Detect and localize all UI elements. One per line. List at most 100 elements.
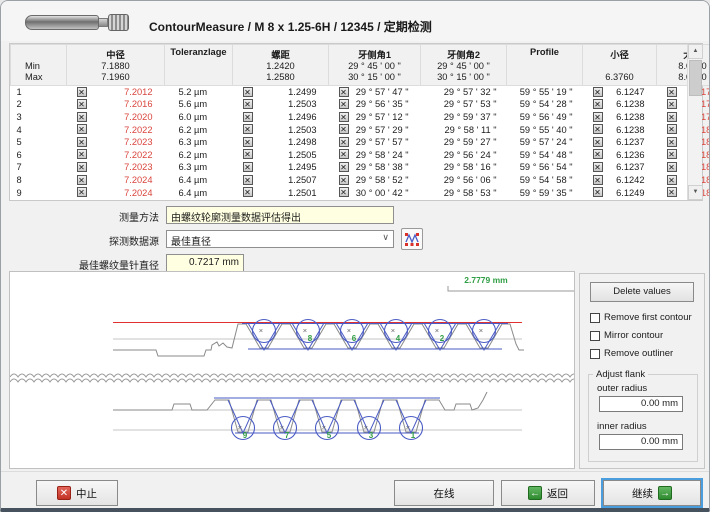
measure-point[interactable]: × 7	[274, 417, 297, 441]
online-button[interactable]: 在线	[394, 480, 494, 506]
table-scrollbar[interactable]: ▲ ▼	[687, 44, 702, 200]
tolerance-value: 6.0 µm	[165, 111, 233, 124]
back-button[interactable]: ← 返回	[501, 480, 595, 506]
checkbox-checked-icon[interactable]: ✕	[243, 149, 253, 159]
table-row[interactable]: 1✕7.20125.2 µm✕1.2499✕29 ° 57 ' 47 "29 °…	[11, 86, 710, 99]
checkbox-checked-icon[interactable]: ✕	[339, 87, 349, 97]
checkbox-checked-icon[interactable]: ✕	[667, 137, 677, 147]
checkbox-checked-icon[interactable]: ✕	[667, 187, 677, 197]
remove-first-contour-checkbox[interactable]: Remove first contour	[590, 312, 692, 323]
checkbox-checked-icon[interactable]: ✕	[667, 162, 677, 172]
checkbox-checked-icon[interactable]: ✕	[667, 99, 677, 109]
point-label: 3	[369, 431, 374, 440]
pitch-diameter-value: 7.2024	[124, 188, 152, 198]
checkbox-checked-icon[interactable]: ✕	[77, 137, 87, 147]
measure-point[interactable]: × 3	[358, 417, 381, 441]
adjust-flank-group: Adjust flank outer radius 0.00 mm inner …	[588, 374, 698, 462]
checkbox-checked-icon[interactable]: ✕	[77, 124, 87, 134]
checkbox-checked-icon[interactable]: ✕	[77, 149, 87, 159]
checkbox-checked-icon[interactable]: ✕	[77, 87, 87, 97]
measure-points-bottom: × 9 × 7 × 5 × 3	[232, 417, 423, 441]
checkbox-checked-icon[interactable]: ✕	[77, 175, 87, 185]
page-title: ContourMeasure / M 8 x 1.25-6H / 12345 /…	[149, 18, 432, 35]
checkbox-checked-icon[interactable]: ✕	[243, 87, 253, 97]
checkbox-checked-icon[interactable]: ✕	[593, 137, 603, 147]
checkbox-checked-icon[interactable]: ✕	[339, 187, 349, 197]
measure-method-field[interactable]: 由螺纹轮廓测量数据评估得出	[166, 206, 394, 224]
profile-value: 59 ° 55 ' 40 "	[507, 123, 583, 136]
checkbox-checked-icon[interactable]: ✕	[77, 112, 87, 122]
delete-values-button[interactable]: Delete values	[590, 282, 694, 302]
table-row[interactable]: 9✕7.20246.4 µm✕1.2501✕30 ° 00 ' 42 "29 °…	[11, 186, 710, 199]
inner-radius-field[interactable]: 0.00 mm	[599, 434, 683, 450]
checkbox-checked-icon[interactable]: ✕	[667, 149, 677, 159]
profile-value: 59 ° 57 ' 24 "	[507, 136, 583, 149]
table-row[interactable]: 6✕7.20226.2 µm✕1.2505✕29 ° 58 ' 24 "29 °…	[11, 148, 710, 161]
checkbox-checked-icon[interactable]: ✕	[243, 175, 253, 185]
scroll-up-icon[interactable]: ▲	[688, 44, 703, 59]
adjust-flank-title: Adjust flank	[593, 369, 648, 380]
next-button[interactable]: 继续 →	[603, 480, 701, 506]
checkbox-checked-icon[interactable]: ✕	[593, 149, 603, 159]
checkbox-checked-icon[interactable]: ✕	[667, 175, 677, 185]
checkbox-checked-icon[interactable]: ✕	[339, 149, 349, 159]
flank-angle-1-value: 29 ° 58 ' 24 "	[356, 150, 409, 160]
checkbox-checked-icon[interactable]: ✕	[593, 162, 603, 172]
checkbox-checked-icon[interactable]: ✕	[339, 175, 349, 185]
table-row[interactable]: 2✕7.20165.6 µm✕1.2503✕29 ° 56 ' 35 "29 °…	[11, 98, 710, 111]
checkbox-checked-icon[interactable]: ✕	[593, 112, 603, 122]
back-label: 返回	[547, 486, 568, 501]
checkbox-checked-icon[interactable]: ✕	[593, 187, 603, 197]
wire-diameter-field[interactable]: 0.7217 mm	[166, 254, 244, 272]
options-panel: Delete values Remove first contour Mirro…	[579, 273, 705, 469]
measure-point[interactable]: × 9	[232, 417, 255, 441]
checkbox-checked-icon[interactable]: ✕	[243, 99, 253, 109]
table-row[interactable]: 4✕7.20226.2 µm✕1.2503✕29 ° 57 ' 29 "29 °…	[11, 123, 710, 136]
checkbox-checked-icon[interactable]: ✕	[593, 124, 603, 134]
probe-mark: ×	[479, 326, 483, 335]
table-row[interactable]: 3✕7.20206.0 µm✕1.2496✕29 ° 57 ' 12 "29 °…	[11, 111, 710, 124]
checkbox-checked-icon[interactable]: ✕	[593, 175, 603, 185]
checkbox-checked-icon[interactable]: ✕	[339, 124, 349, 134]
remove-outliner-checkbox[interactable]: Remove outliner	[590, 348, 673, 359]
scrollbar-thumb[interactable]	[689, 60, 702, 96]
checkbox-checked-icon[interactable]: ✕	[77, 187, 87, 197]
checkbox-label: Remove outliner	[604, 348, 673, 359]
checkbox-checked-icon[interactable]: ✕	[339, 112, 349, 122]
checkbox-checked-icon[interactable]: ✕	[243, 124, 253, 134]
checkbox-checked-icon[interactable]: ✕	[667, 87, 677, 97]
tolerance-value: 5.6 µm	[165, 98, 233, 111]
checkbox-checked-icon[interactable]: ✕	[243, 137, 253, 147]
checkbox-checked-icon[interactable]: ✕	[667, 112, 677, 122]
probe-points-button[interactable]	[401, 228, 423, 250]
data-source-dropdown[interactable]: 最佳直径 ∨	[166, 230, 394, 248]
checkbox-checked-icon[interactable]: ✕	[243, 112, 253, 122]
checkbox-checked-icon[interactable]: ✕	[243, 187, 253, 197]
checkbox-checked-icon[interactable]: ✕	[593, 87, 603, 97]
table-row[interactable]: 5✕7.20236.3 µm✕1.2498✕29 ° 57 ' 57 "29 °…	[11, 136, 710, 149]
checkbox-checked-icon[interactable]: ✕	[339, 137, 349, 147]
checkbox-checked-icon[interactable]: ✕	[77, 162, 87, 172]
checkbox-checked-icon[interactable]: ✕	[339, 162, 349, 172]
table-row[interactable]: 8✕7.20246.4 µm✕1.2507✕29 ° 58 ' 52 "29 °…	[11, 174, 710, 187]
row-number: 8	[11, 174, 67, 187]
col-header-profile: Profile	[507, 45, 583, 86]
minor-diameter-value: 6.1237	[616, 137, 644, 147]
measure-point[interactable]: × 5	[316, 417, 339, 441]
minor-diameter-value: 6.1238	[616, 112, 644, 122]
checkbox-checked-icon[interactable]: ✕	[593, 99, 603, 109]
measure-point[interactable]: × 1	[400, 417, 423, 441]
scroll-down-icon[interactable]: ▼	[688, 185, 703, 200]
flank-angle-1-value: 29 ° 57 ' 12 "	[356, 112, 409, 122]
pitch-value: 1.2496	[288, 112, 316, 122]
abort-button[interactable]: ✕ 中止	[36, 480, 118, 506]
checkbox-checked-icon[interactable]: ✕	[243, 162, 253, 172]
checkbox-checked-icon[interactable]: ✕	[667, 124, 677, 134]
checkbox-checked-icon[interactable]: ✕	[339, 99, 349, 109]
checkbox-checked-icon[interactable]: ✕	[77, 99, 87, 109]
tolerance-value: 6.4 µm	[165, 186, 233, 199]
mirror-contour-checkbox[interactable]: Mirror contour	[590, 330, 663, 341]
flank-angle-2-value: 29 ° 57 ' 32 "	[421, 86, 507, 99]
outer-radius-field[interactable]: 0.00 mm	[599, 396, 683, 412]
table-row[interactable]: 7✕7.20236.3 µm✕1.2495✕29 ° 58 ' 38 "29 °…	[11, 161, 710, 174]
